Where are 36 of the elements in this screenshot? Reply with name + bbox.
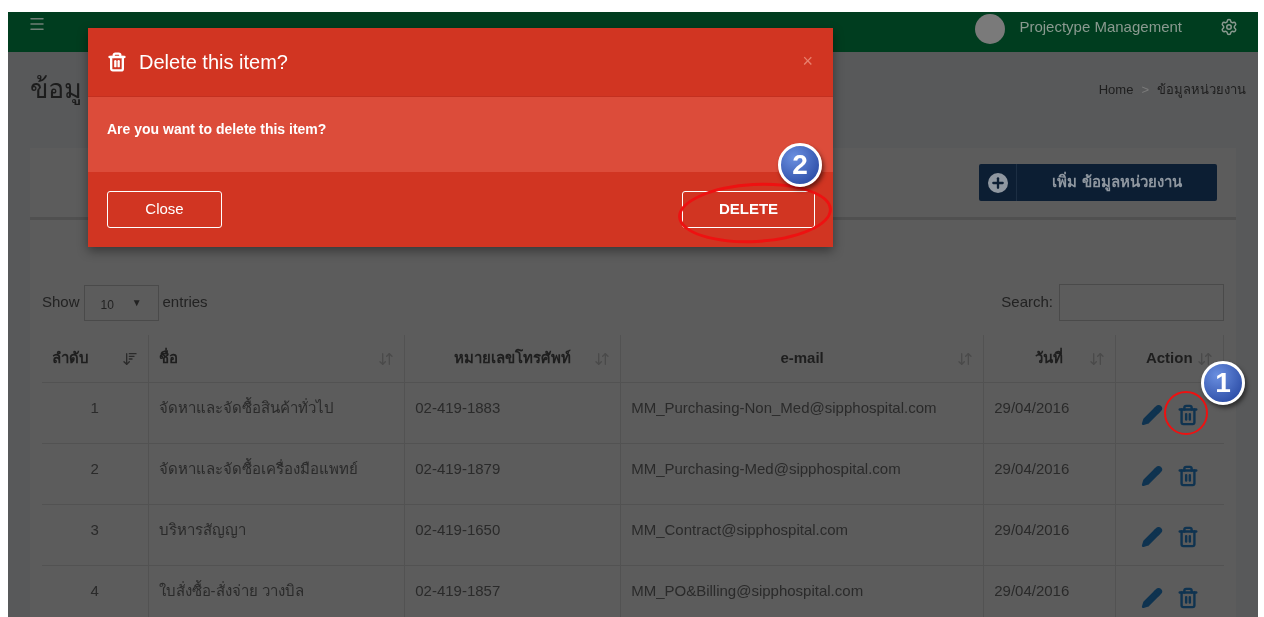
column-header[interactable]: ชื่อ	[148, 335, 406, 382]
column-header[interactable]: e-mail	[621, 335, 985, 382]
show-label: Show	[42, 292, 80, 313]
column-header[interactable]: วันที่	[984, 335, 1116, 382]
dialog-title: Delete this item?	[139, 50, 288, 75]
sort-icon	[1197, 350, 1213, 367]
delete-icon[interactable]	[1176, 465, 1199, 487]
close-button[interactable]: Close	[107, 191, 222, 228]
edit-icon[interactable]	[1140, 465, 1163, 487]
edit-icon[interactable]	[1140, 404, 1163, 426]
page-title: ข้อมู	[30, 73, 82, 107]
entries-select[interactable]: 10 ▼	[83, 284, 159, 321]
menu-icon[interactable]	[28, 15, 46, 33]
search-label: Search:	[1001, 292, 1053, 313]
add-button[interactable]: เพิ่ม ข้อมูลหน่วยงาน	[979, 164, 1217, 201]
avatar[interactable]	[975, 14, 1006, 44]
entries-label: entries	[162, 292, 208, 313]
close-icon[interactable]: ×	[802, 48, 813, 75]
breadcrumb-item[interactable]: ข้อมูลหน่วยงาน	[1157, 79, 1246, 100]
trash-icon	[107, 52, 127, 72]
delete-button[interactable]: DELETE	[682, 191, 815, 228]
edit-icon[interactable]	[1140, 526, 1163, 548]
delete-icon[interactable]	[1176, 404, 1199, 426]
delete-icon[interactable]	[1176, 526, 1199, 548]
edit-icon[interactable]	[1140, 587, 1163, 609]
column-header[interactable]: หมายเลขโทรศัพท์	[405, 335, 622, 382]
settings-icon[interactable]	[1220, 18, 1238, 36]
column-header[interactable]: ลำดับ	[42, 335, 149, 382]
plus-icon	[987, 172, 1008, 193]
sort-icon	[121, 350, 138, 367]
breadcrumb-item[interactable]: Home	[1098, 79, 1134, 100]
dialog-message: Are you want to delete this item?	[107, 120, 327, 139]
user-name[interactable]: Projectype Management	[1019, 15, 1182, 39]
breadcrumb-separator: >	[1141, 80, 1149, 99]
delete-icon[interactable]	[1176, 587, 1199, 609]
caret-icon: ▼	[131, 295, 142, 310]
